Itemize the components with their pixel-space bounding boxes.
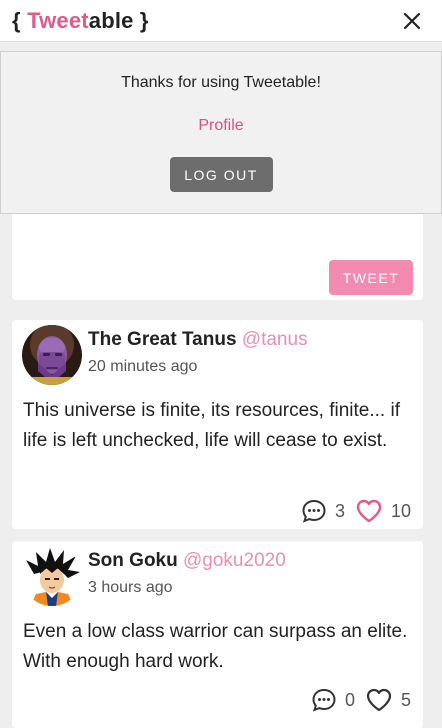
comment-button[interactable] <box>301 498 327 524</box>
tweet-card: Son Goku @goku2020 3 hours ago Even a lo… <box>12 541 423 728</box>
like-count: 10 <box>390 500 411 521</box>
heart-icon <box>356 499 382 523</box>
heart-icon <box>366 688 392 712</box>
tweet-button[interactable]: TWEET <box>329 260 413 295</box>
compose-card: TWEET <box>12 214 423 300</box>
author-name[interactable]: Son Goku <box>88 550 178 571</box>
author-handle[interactable]: @goku2020 <box>183 550 286 571</box>
menu-thanks-text: Thanks for using Tweetable! <box>121 74 321 91</box>
tweet-actions: 3 10 <box>301 498 411 524</box>
close-menu-button[interactable] <box>400 9 424 33</box>
logo-brace-open: { <box>12 7 28 33</box>
like-count: 5 <box>400 689 411 710</box>
tweet-timestamp: 20 minutes ago <box>88 358 198 375</box>
app-logo[interactable]: { Tweetable } <box>12 8 149 34</box>
author-name[interactable]: The Great Tanus <box>88 329 237 350</box>
like-button[interactable] <box>355 498 383 524</box>
logo-brace-close: } <box>133 7 149 33</box>
logo-able: able <box>88 7 134 33</box>
tweet-timestamp: 3 hours ago <box>88 579 173 596</box>
comment-button[interactable] <box>311 687 337 713</box>
author-handle[interactable]: @tanus <box>242 329 308 350</box>
comment-icon <box>312 688 336 712</box>
profile-link[interactable]: Profile <box>198 117 243 135</box>
avatar[interactable] <box>22 546 82 606</box>
tweet-card: The Great Tanus @tanus 20 minutes ago Th… <box>12 320 423 529</box>
avatar[interactable] <box>22 325 82 385</box>
tweet-text: Even a low class warrior can surpass an … <box>23 621 408 672</box>
user-menu: Thanks for using Tweetable! Profile LOG … <box>0 51 442 214</box>
comment-count: 3 <box>334 500 345 521</box>
app-header: { Tweetable } <box>0 0 442 42</box>
logout-button[interactable]: LOG OUT <box>169 157 273 192</box>
comment-count: 0 <box>344 689 355 710</box>
comment-icon <box>302 499 326 523</box>
like-button[interactable] <box>365 687 393 713</box>
logo-tweet: Tweet <box>27 7 89 33</box>
tweet-author-line: Son Goku @goku2020 <box>88 550 286 572</box>
tweet-actions: 0 5 <box>311 687 411 713</box>
tweet-text: This universe is finite, its resources, … <box>23 400 400 451</box>
close-icon <box>403 12 421 29</box>
tweet-author-line: The Great Tanus @tanus <box>88 329 308 351</box>
